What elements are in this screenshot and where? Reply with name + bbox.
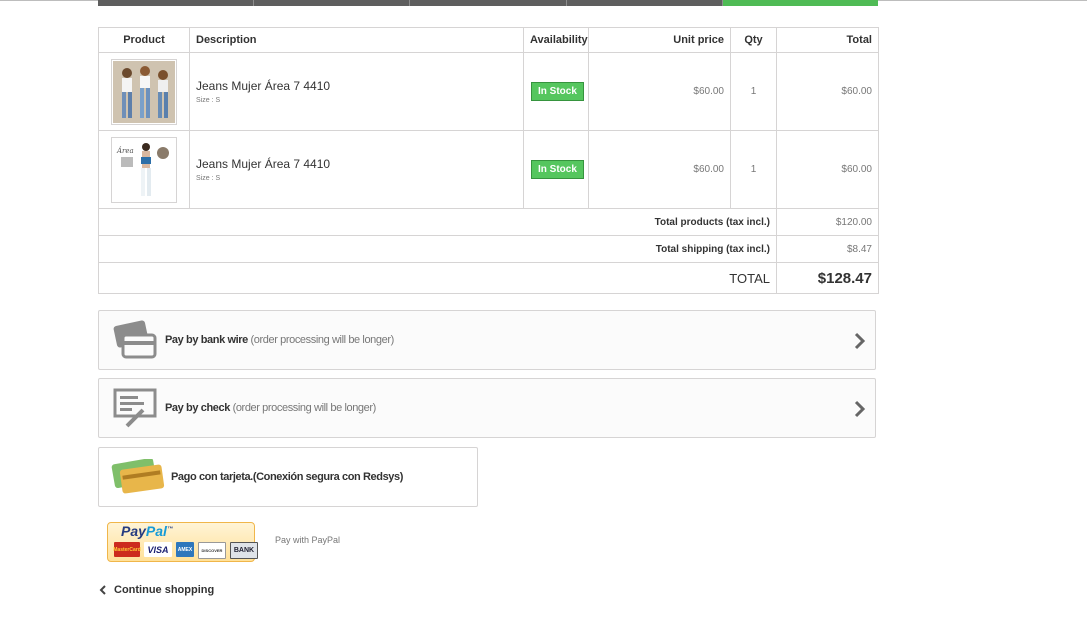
discover-icon: DISCOVER: [198, 542, 226, 559]
check-note: (order processing will be longer): [229, 402, 377, 414]
chevron-left-icon: [99, 585, 106, 595]
line-total-cell: $60.00: [776, 52, 879, 131]
total-shipping-row: Total shipping (tax incl.) $8.47: [98, 235, 879, 263]
total-shipping-value: $8.47: [776, 235, 879, 263]
paypal-wordmark: PayPal™: [121, 523, 173, 539]
total-products-value: $120.00: [776, 208, 879, 236]
stock-badge: In Stock: [531, 160, 584, 179]
progress-step-4: [566, 0, 723, 6]
chevron-right-icon: [854, 400, 866, 418]
total-shipping-label: Total shipping (tax incl.): [98, 235, 777, 263]
paypal-option[interactable]: PayPal™ MasterCard VISA AMEX DISCOVER BA…: [107, 522, 340, 562]
amex-icon: AMEX: [176, 542, 194, 557]
total-products-row: Total products (tax incl.) $120.00: [98, 208, 879, 236]
progress-step-1: [98, 0, 255, 6]
product-name[interactable]: Jeans Mujer Área 7 4410: [196, 157, 517, 171]
accepted-cards: MasterCard VISA AMEX DISCOVER BANK: [113, 542, 258, 559]
availability-cell: In Stock: [523, 52, 589, 131]
total-products-label: Total products (tax incl.): [98, 208, 777, 236]
paypal-wordmark-pal: Pal: [145, 523, 167, 539]
header-qty: Qty: [730, 27, 777, 53]
check-icon: [107, 384, 163, 432]
product-image[interactable]: Área: [111, 136, 177, 203]
product-description-cell: Jeans Mujer Área 7 4410 Size : S: [189, 52, 524, 131]
card-title: Pago con tarjeta.(Conexión segura con Re…: [171, 471, 404, 483]
table-row: Área Jeans Mujer Área 7 4410 Size : S In…: [98, 130, 879, 209]
grand-total-label: TOTAL: [98, 262, 777, 294]
continue-shopping-link[interactable]: Continue shopping: [98, 584, 214, 596]
cart-summary-table: Product Description Availability Unit pr…: [98, 27, 879, 294]
header-description: Description: [189, 27, 524, 53]
bank-wire-text: Pay by bank wire (order processing will …: [165, 334, 394, 346]
header-total: Total: [776, 27, 879, 53]
line-total-cell: $60.00: [776, 130, 879, 209]
progress-step-3: [410, 0, 567, 6]
unit-price-cell: $60.00: [588, 130, 731, 209]
svg-text:Área: Área: [116, 146, 134, 155]
bank-wire-title: Pay by bank wire: [165, 334, 248, 346]
paypal-logo[interactable]: PayPal™ MasterCard VISA AMEX DISCOVER BA…: [107, 522, 258, 562]
bank-wire-note: (order processing will be longer): [247, 334, 395, 346]
card-text: Pago con tarjeta.(Conexión segura con Re…: [171, 471, 403, 483]
pay-by-check-option[interactable]: Pay by check (order processing will be l…: [98, 378, 876, 438]
grand-total-value: $128.47: [776, 262, 879, 294]
availability-cell: In Stock: [523, 130, 589, 209]
credit-cards-icon: [107, 453, 169, 501]
table-header-row: Product Description Availability Unit pr…: [98, 27, 879, 53]
check-text: Pay by check (order processing will be l…: [165, 402, 376, 414]
paypal-trademark: ™: [166, 526, 173, 533]
header-availability: Availability: [523, 27, 589, 53]
grand-total-row: TOTAL $128.47: [98, 262, 879, 294]
progress-step-2: [254, 0, 411, 6]
mastercard-icon: MasterCard: [113, 542, 141, 557]
stock-badge: In Stock: [531, 82, 584, 101]
visa-icon: VISA: [144, 542, 172, 557]
table-row: Jeans Mujer Área 7 4410 Size : S In Stoc…: [98, 52, 879, 131]
progress-step-5: [722, 0, 879, 6]
product-image-cell: [98, 52, 190, 131]
product-attributes: Size : S: [196, 175, 221, 182]
check-title: Pay by check: [165, 402, 230, 414]
continue-shopping-label: Continue shopping: [114, 584, 215, 596]
bank-wire-icon: [107, 316, 163, 364]
header-unit-price: Unit price: [588, 27, 731, 53]
qty-cell: 1: [730, 130, 777, 209]
pay-by-card-option[interactable]: Pago con tarjeta.(Conexión segura con Re…: [98, 447, 478, 507]
product-image-cell: Área: [98, 130, 190, 209]
chevron-right-icon: [854, 332, 866, 350]
product-name[interactable]: Jeans Mujer Área 7 4410: [196, 79, 517, 93]
pay-by-bank-wire-option[interactable]: Pay by bank wire (order processing will …: [98, 310, 876, 370]
paypal-wordmark-pay: Pay: [121, 523, 146, 539]
qty-cell: 1: [730, 52, 777, 131]
product-attributes: Size : S: [196, 97, 221, 104]
header-product: Product: [98, 27, 190, 53]
unit-price-cell: $60.00: [588, 52, 731, 131]
paypal-label[interactable]: Pay with PayPal: [275, 535, 340, 545]
product-image[interactable]: [111, 58, 177, 125]
checkout-progress-bar: [98, 0, 879, 6]
product-description-cell: Jeans Mujer Área 7 4410 Size : S: [189, 130, 524, 209]
bank-icon: BANK: [230, 542, 258, 559]
